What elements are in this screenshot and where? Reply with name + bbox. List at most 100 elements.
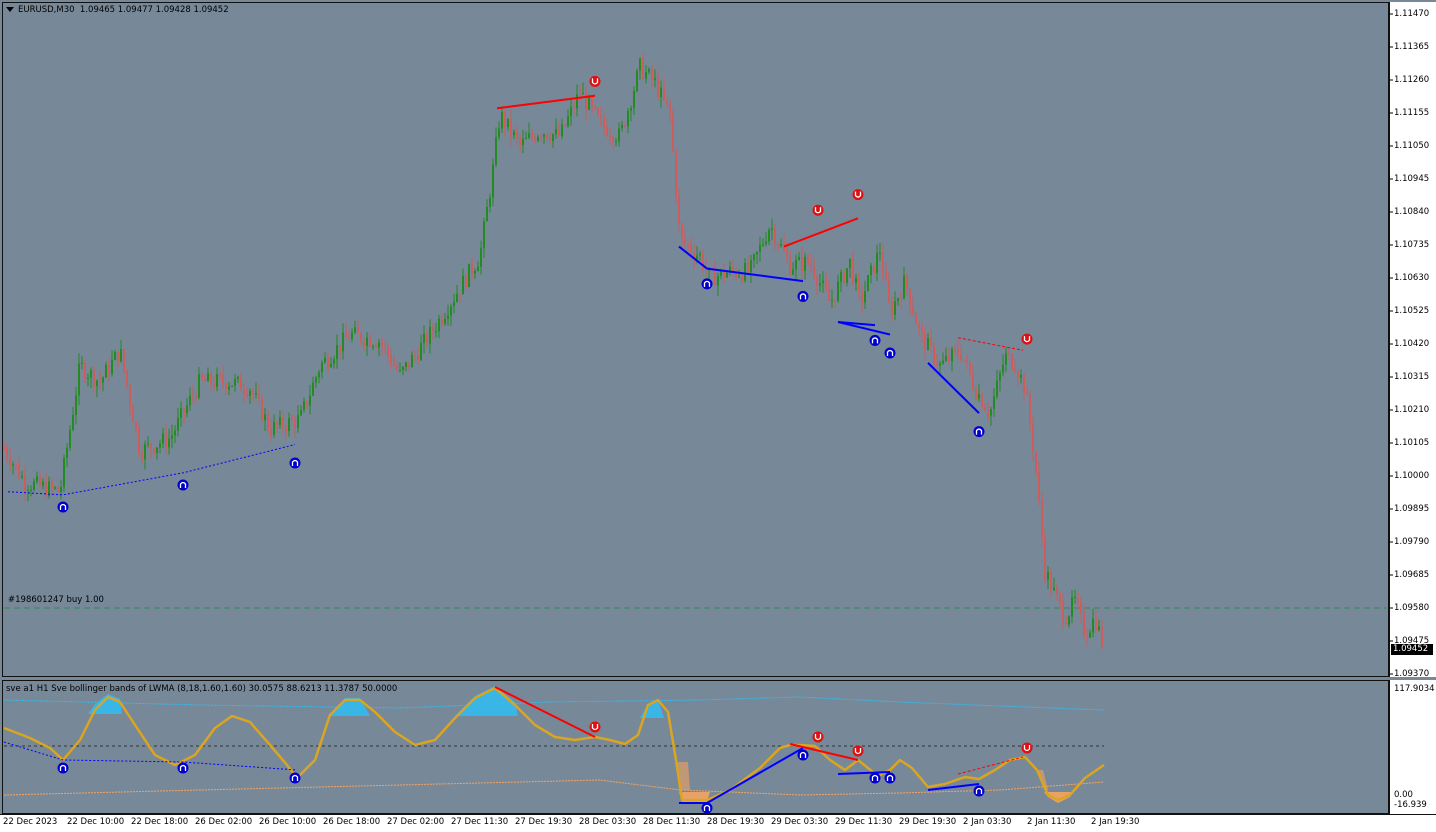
candle-body xyxy=(177,417,179,431)
candle-body xyxy=(627,110,629,127)
time-axis-label: 26 Dec 10:00 xyxy=(259,817,317,827)
candle-body xyxy=(978,394,980,399)
down-arrow-signal-icon xyxy=(812,204,824,216)
candle-body xyxy=(825,280,827,290)
candle-body xyxy=(1047,572,1049,580)
indicator-axis-min: -16.939 xyxy=(1394,800,1427,810)
candle-body xyxy=(321,362,323,373)
candle-body xyxy=(975,388,977,399)
candle-body xyxy=(1089,632,1091,638)
candle-body xyxy=(6,448,8,458)
time-axis-label: 2 Jan 19:30 xyxy=(1091,817,1140,827)
candle-body xyxy=(858,277,860,292)
candle-body xyxy=(897,298,899,302)
candle-body xyxy=(186,405,188,414)
candle-body xyxy=(405,362,407,368)
candle-body xyxy=(147,443,149,445)
candle-body xyxy=(387,346,389,356)
candle-body xyxy=(462,275,464,295)
candle-body xyxy=(417,355,419,361)
candle-body xyxy=(816,277,818,286)
candle-body xyxy=(303,401,305,410)
candle-body xyxy=(828,289,830,301)
candle-body xyxy=(375,346,377,348)
candle-body xyxy=(114,351,116,360)
candle-body xyxy=(255,392,257,395)
candle-body xyxy=(231,385,233,387)
candle-body xyxy=(516,131,518,138)
candle-body xyxy=(888,279,890,302)
candle-body xyxy=(396,365,398,371)
candle-body xyxy=(588,97,590,110)
time-axis-label: 2 Jan 03:30 xyxy=(963,817,1012,827)
candle-body xyxy=(1065,622,1067,625)
candle-body xyxy=(267,414,269,429)
candle-body xyxy=(732,266,734,271)
candle-body xyxy=(669,103,671,114)
candle-body xyxy=(804,256,806,272)
candle-body xyxy=(1050,572,1052,591)
candle-body xyxy=(1008,353,1010,355)
time-axis-label: 26 Dec 18:00 xyxy=(323,817,381,827)
time-axis-label: 27 Dec 02:00 xyxy=(387,817,445,827)
candle-body xyxy=(270,428,272,435)
candle-body xyxy=(357,327,359,333)
chart-window[interactable]: EURUSD,M30 1.09465 1.09477 1.09428 1.094… xyxy=(0,0,1436,832)
price-axis-label: 1.11155 xyxy=(1394,108,1430,118)
ohlc-values: 1.09465 1.09477 1.09428 1.09452 xyxy=(79,5,229,15)
time-axis-label: 26 Dec 02:00 xyxy=(195,817,253,827)
overbought-fill xyxy=(88,694,122,714)
candle-body xyxy=(399,370,401,372)
candle-body xyxy=(420,343,422,361)
candle-body xyxy=(39,476,41,486)
candle-body xyxy=(1074,597,1076,599)
candle-body xyxy=(300,409,302,416)
candle-body xyxy=(879,252,881,254)
candle-body xyxy=(360,332,362,342)
candle-body xyxy=(885,273,887,280)
candle-body xyxy=(288,418,290,431)
candle-body xyxy=(549,138,551,142)
indicator-axis-zero: 0.00 xyxy=(1394,790,1413,800)
price-axis-label: 1.10105 xyxy=(1394,438,1430,448)
candle-body xyxy=(1017,371,1019,378)
candle-body xyxy=(762,243,764,245)
candle-body xyxy=(1062,601,1064,623)
candle-body xyxy=(999,372,1001,381)
up-arrow-signal-icon xyxy=(884,347,896,359)
candle-body xyxy=(129,385,131,406)
candle-body xyxy=(150,443,152,449)
candle-body xyxy=(639,58,641,71)
candle-body xyxy=(144,444,146,460)
symbol-label: EURUSD,M30 xyxy=(18,5,75,15)
candle-body xyxy=(948,356,950,362)
candle-body xyxy=(426,333,428,344)
candle-body xyxy=(756,251,758,255)
candle-body xyxy=(951,348,953,362)
candle-body xyxy=(36,476,38,482)
up-arrow-signal-icon xyxy=(177,479,189,491)
order-label[interactable]: #198601247 buy 1.00 xyxy=(8,594,104,606)
candle-body xyxy=(1071,597,1073,617)
candle-body xyxy=(99,380,101,383)
candle-body xyxy=(318,372,320,378)
candle-body xyxy=(81,362,83,364)
candle-body xyxy=(324,357,326,363)
candle-body xyxy=(159,443,161,448)
dropdown-triangle-icon[interactable] xyxy=(6,7,14,12)
candle-body xyxy=(339,344,341,352)
candle-body xyxy=(75,395,77,415)
candle-body xyxy=(384,345,386,347)
candle-body xyxy=(603,118,605,128)
candle-body xyxy=(930,338,932,346)
candle-body xyxy=(534,137,536,141)
candle-body xyxy=(891,301,893,316)
candle-body xyxy=(990,409,992,416)
candle-body xyxy=(840,271,842,282)
candle-body xyxy=(774,228,776,245)
candle-body xyxy=(429,326,431,344)
candle-body xyxy=(168,438,170,448)
candle-body xyxy=(225,383,227,390)
candle-body xyxy=(855,277,857,284)
candle-body xyxy=(1083,612,1085,636)
